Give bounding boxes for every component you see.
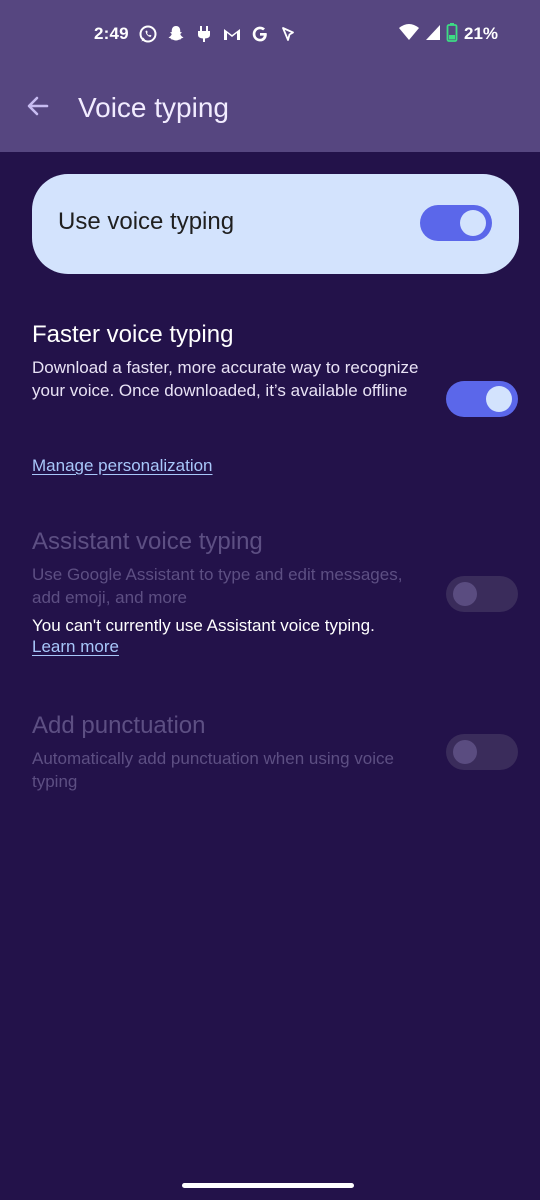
setting-description: Download a faster, more accurate way to … xyxy=(32,358,419,400)
use-voice-typing-card[interactable]: Use voice typing xyxy=(32,174,519,274)
manage-personalization-link[interactable]: Manage personalization xyxy=(32,456,213,475)
faster-voice-typing-setting[interactable]: Faster voice typing Download a faster, m… xyxy=(32,320,518,402)
assistant-warning: You can't currently use Assistant voice … xyxy=(32,616,375,635)
setting-description: Use Google Assistant to type and edit me… xyxy=(32,565,403,607)
setting-title: Add punctuation xyxy=(32,712,206,739)
faster-voice-typing-switch[interactable] xyxy=(446,381,518,417)
switch-knob xyxy=(453,582,477,606)
switch-knob xyxy=(460,210,486,236)
google-icon xyxy=(250,23,270,45)
home-indicator[interactable] xyxy=(182,1183,354,1188)
top-bar: 2:49 21% Voice typing xyxy=(0,0,540,152)
switch-knob xyxy=(486,386,512,412)
use-voice-typing-label: Use voice typing xyxy=(58,208,235,235)
back-button[interactable] xyxy=(20,90,56,126)
switch-knob xyxy=(453,740,477,764)
wifi-icon xyxy=(398,21,420,48)
manage-personalization-link-wrap: Manage personalization xyxy=(32,456,213,476)
usb-icon xyxy=(194,23,214,45)
status-time: 2:49 xyxy=(94,24,129,43)
learn-more-link[interactable]: Learn more xyxy=(32,637,119,656)
signal-icon xyxy=(424,21,442,48)
nav-arrow-icon xyxy=(278,23,298,45)
add-punctuation-switch[interactable] xyxy=(446,734,518,770)
setting-title: Faster voice typing xyxy=(32,321,234,348)
setting-title: Assistant voice typing xyxy=(32,528,263,555)
notification-icons xyxy=(138,22,298,46)
arrow-back-icon xyxy=(25,93,51,124)
system-icons: 21% xyxy=(398,22,498,46)
learn-more-wrap: Learn more xyxy=(32,637,518,657)
battery-icon xyxy=(446,21,458,48)
status-bar: 2:49 21% xyxy=(0,0,540,68)
use-voice-typing-switch[interactable] xyxy=(420,205,492,241)
page-title: Voice typing xyxy=(78,92,229,123)
assistant-voice-typing-switch[interactable] xyxy=(446,576,518,612)
setting-description: Automatically add punctuation when using… xyxy=(32,749,394,791)
gmail-icon xyxy=(222,23,242,45)
snapchat-icon xyxy=(166,23,186,45)
app-bar: Voice typing xyxy=(0,68,540,152)
whatsapp-icon xyxy=(138,23,158,45)
battery-percent: 21% xyxy=(464,24,499,43)
